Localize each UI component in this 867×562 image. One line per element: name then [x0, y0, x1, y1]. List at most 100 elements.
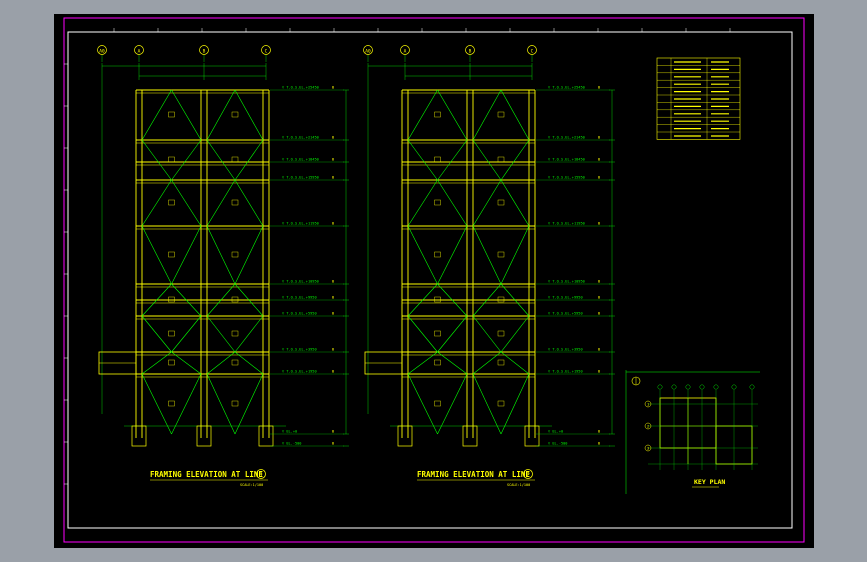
level-tag: B	[598, 280, 600, 284]
key-plan-title: KEY PLAN	[694, 478, 725, 486]
level-tag: B	[332, 348, 334, 352]
brace	[206, 315, 236, 353]
elevation-2-title-block: FRAMING ELEVATION AT LINE 2 SCALE:1/100	[417, 469, 535, 487]
level-tag: B	[332, 430, 334, 434]
member-tag	[168, 251, 175, 258]
foundation-pedestal	[397, 425, 413, 447]
level-label: ▽ EL.+0	[282, 430, 297, 434]
brace	[171, 315, 202, 353]
level-label: ▽ EL.-500	[548, 442, 567, 446]
level-label: ▽ EL.-500	[282, 442, 301, 446]
brace	[407, 373, 438, 435]
level-tag: B	[598, 136, 600, 140]
level-tag: B	[332, 442, 334, 446]
brace	[206, 179, 236, 227]
member-tag	[231, 199, 239, 206]
key-plan: KEY PLAN 1 2 3	[625, 370, 760, 494]
member-tag	[168, 156, 175, 163]
member-tag	[168, 330, 175, 337]
brace	[171, 225, 202, 285]
brace	[141, 373, 172, 435]
brace	[500, 89, 530, 141]
brace	[234, 225, 264, 285]
member-tag	[168, 400, 175, 407]
brace	[437, 179, 468, 227]
level-label: ▽ T.O.S.EL.+5950	[282, 312, 317, 316]
brace	[407, 225, 438, 285]
cad-drawing[interactable]: A0 A B C ▽ T.O.S.EL.+25450 B ▽ T.O.S.EL.+21450…	[54, 14, 814, 548]
brace	[141, 89, 172, 141]
drawing-frame	[63, 17, 805, 543]
brace	[472, 225, 502, 285]
level-tag: B	[332, 280, 334, 284]
brace	[141, 225, 172, 285]
level-tag: B	[598, 348, 600, 352]
brace	[500, 373, 530, 435]
brace	[234, 315, 264, 353]
level-tag: B	[332, 296, 334, 300]
level-tag: B	[598, 430, 600, 434]
brace	[141, 139, 172, 181]
level-tag: B	[332, 312, 334, 316]
level-label: ▽ T.O.S.EL.+21450	[282, 136, 319, 140]
member-tag	[168, 199, 175, 206]
key-plan-bubble	[699, 384, 705, 390]
brace	[234, 373, 264, 435]
brace	[472, 315, 502, 353]
brace	[407, 179, 438, 227]
member-tag	[497, 156, 505, 163]
grid-bubble-label: B	[469, 49, 472, 55]
level-label: ▽ T.O.S.EL.+9950	[282, 296, 317, 300]
level-label: ▽ T.O.S.EL.+18450	[548, 158, 585, 162]
foundation-pedestal	[131, 425, 147, 447]
level-label: ▽ T.O.S.EL.+11950	[548, 222, 585, 226]
foundation-pedestal	[462, 425, 478, 447]
elevation-2-scale: SCALE:1/100	[507, 483, 530, 487]
member-tag	[231, 359, 239, 366]
level-tag: B	[332, 136, 334, 140]
level-label: ▽ T.O.S.EL.+1950	[282, 370, 317, 374]
elevation-1-title-block: FRAMING ELEVATION AT LINE 1 SCALE:1/100	[150, 469, 268, 487]
member-tag	[497, 111, 505, 118]
member-tag	[168, 111, 175, 118]
level-tag: B	[332, 158, 334, 162]
level-label: ▽ T.O.S.EL.+25450	[282, 86, 319, 90]
cad-viewport[interactable]: A0 A B C ▽ T.O.S.EL.+25450 B ▽ T.O.S.EL.+21450…	[54, 14, 814, 548]
level-tag: B	[598, 370, 600, 374]
member-tag	[168, 359, 175, 366]
brace	[407, 139, 438, 181]
brace	[206, 89, 236, 141]
member-tag	[231, 400, 239, 407]
brace	[472, 373, 502, 435]
level-label: ▽ T.O.S.EL.+5950	[548, 312, 583, 316]
level-label: ▽ T.O.S.EL.+10950	[548, 280, 585, 284]
brace	[500, 225, 530, 285]
member-tag	[434, 251, 441, 258]
level-tag: B	[598, 86, 600, 90]
brace	[141, 179, 172, 227]
level-tag: B	[598, 442, 600, 446]
elevation-2-line-number: 2	[526, 472, 530, 479]
member-tag	[434, 330, 441, 337]
elevation-1-title: FRAMING ELEVATION AT LINE	[150, 470, 263, 479]
member-tag	[231, 251, 239, 258]
member-tag	[497, 199, 505, 206]
brace	[234, 89, 264, 141]
grid-bubble-label: A	[404, 49, 407, 55]
member-tag	[231, 330, 239, 337]
brace	[171, 89, 202, 141]
key-plan-bubble	[713, 384, 719, 390]
brace	[437, 139, 468, 181]
brace	[472, 179, 502, 227]
key-plan-bubble	[731, 384, 737, 390]
level-label: ▽ T.O.S.EL.+3950	[548, 348, 583, 352]
brace	[472, 89, 502, 141]
brace	[171, 179, 202, 227]
foundation-pedestal	[196, 425, 212, 447]
level-tag: B	[598, 222, 600, 226]
level-label: ▽ T.O.S.EL.+15950	[282, 176, 319, 180]
foundation-pedestal	[524, 425, 540, 447]
foundation-pedestal	[258, 425, 274, 447]
brace	[171, 373, 202, 435]
brace	[234, 139, 264, 181]
